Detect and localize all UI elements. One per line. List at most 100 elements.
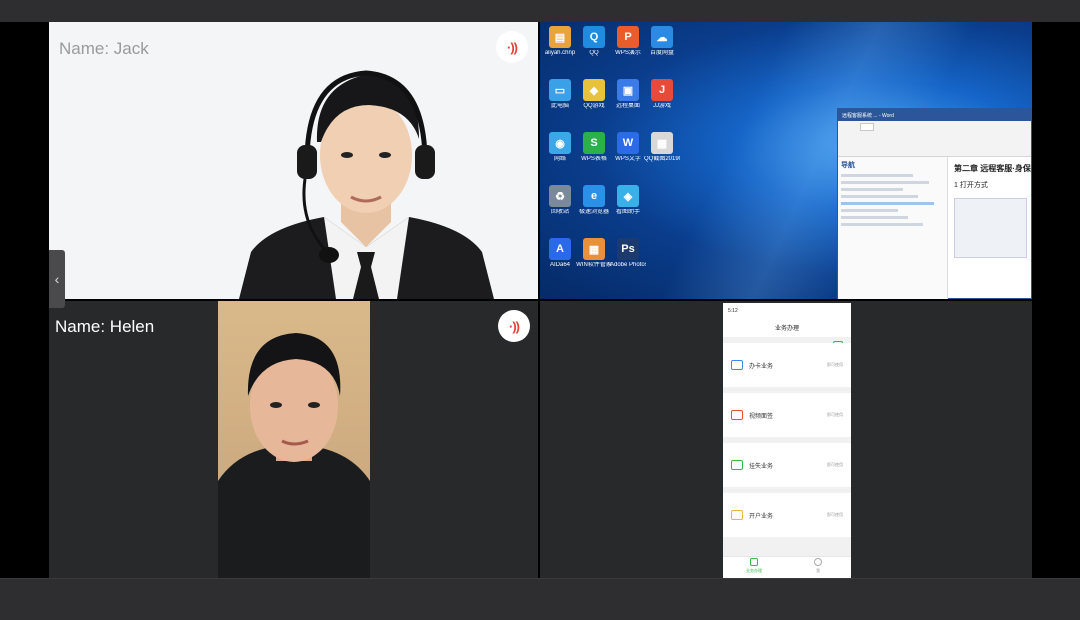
tab-label: 业务办理	[746, 568, 762, 573]
service-card-label: 挂失业务	[749, 463, 774, 470]
service-icon	[731, 410, 743, 420]
desktop-icon[interactable]: ◈ 看图助手	[610, 185, 646, 216]
participant-tile-jack[interactable]: Name: Jack ·))	[49, 22, 538, 299]
desktop-icon[interactable]: ▭ 此电脑	[542, 79, 578, 110]
desktop-icon-label: 此电脑	[550, 103, 569, 109]
service-card-status: 即可使用	[827, 362, 843, 367]
app-icon: ◆	[583, 79, 605, 101]
app-icon: e	[583, 185, 605, 207]
service-icon	[731, 510, 743, 520]
desktop-icon[interactable]: ◆ QQ游戏	[576, 79, 612, 110]
participant-tile-helen[interactable]: Name: Helen ·))	[49, 301, 538, 578]
phone-screen[interactable]: 5:12 业务办理 办卡业务 即可使用 视频面签 即可使用 挂失业务 即可使用 开户业务 即可…	[723, 303, 851, 578]
desktop-icon[interactable]: ▦ WIN软件管家	[576, 238, 612, 269]
app-icon: ▤	[549, 26, 571, 48]
nav-item[interactable]	[841, 209, 898, 212]
desktop-icon-label: 百度网盘	[649, 50, 674, 56]
app-icon: W	[617, 132, 639, 154]
desktop-icon[interactable]: e 极速浏览器	[576, 185, 612, 216]
service-card[interactable]: 视频面签 即可使用	[723, 393, 851, 437]
desktop-icon[interactable]: Ps Adobe Photosh...	[610, 238, 646, 269]
phone-tab-bar: 业务办理 我	[723, 556, 851, 578]
desktop-icon[interactable]: S WPS表格	[576, 132, 612, 163]
desktop-icon-label: WPS文字	[615, 156, 641, 162]
document-subheading: 1 打开方式	[954, 182, 988, 189]
bottom-toolbar	[0, 578, 1080, 620]
top-bar	[0, 0, 1080, 22]
app-icon: ◉	[549, 132, 571, 154]
service-card-status: 即可使用	[827, 412, 843, 417]
word-ribbon[interactable]	[838, 121, 1031, 157]
phone-status-bar: 5:12	[723, 303, 851, 319]
nav-item[interactable]	[841, 195, 919, 198]
nav-item[interactable]	[841, 174, 914, 177]
word-title-bar: 远程客服系统 ... - Word	[838, 109, 1031, 121]
app-icon: ▭	[549, 79, 571, 101]
tab-label: 我	[816, 568, 820, 573]
phone-time: 5:12	[728, 308, 738, 314]
video-grid: Name: Jack ·)) ▤ aliyah.chnp ▭ 此电脑 ◉ 网络 ♻ 回收站 A A…	[0, 22, 1080, 578]
audio-indicator-button[interactable]: ·))	[496, 31, 528, 63]
desktop-icon-label: WIN软件管家	[576, 262, 612, 268]
desktop-icon[interactable]: P WPS演示	[610, 26, 646, 57]
desktop-icon[interactable]: ▤ aliyah.chnp	[542, 26, 578, 57]
service-icon	[731, 360, 743, 370]
tab-me[interactable]: 我	[803, 558, 833, 574]
app-icon: A	[549, 238, 571, 260]
desktop-icon-label: 回收站	[550, 209, 569, 215]
ribbon-home-tab[interactable]	[860, 123, 874, 131]
service-card[interactable]: 办卡业务 即可使用	[723, 343, 851, 387]
service-card-list: 办卡业务 即可使用 视频面签 即可使用 挂失业务 即可使用 开户业务 即可使用	[723, 343, 851, 537]
app-icon: ♻	[549, 185, 571, 207]
desktop-icon-label: Adobe Photosh...	[610, 262, 646, 268]
desktop-icon[interactable]: J JJ游戏	[644, 79, 680, 110]
service-card[interactable]: 开户业务 即可使用	[723, 493, 851, 537]
desktop-icon-label: WPS演示	[615, 50, 641, 56]
word-document-window[interactable]: 远程客服系统 ... - Word 导航 第二章 远程客服·身保 1 打开方式	[837, 108, 1032, 299]
document-page[interactable]: 第二章 远程客服·身保 1 打开方式	[950, 157, 1031, 298]
phone-page-title: 业务办理	[723, 319, 851, 337]
desktop-icon[interactable]: W WPS文字	[610, 132, 646, 163]
mobile-screen-tile[interactable]: 5:12 业务办理 办卡业务 即可使用 视频面签 即可使用 挂失业务 即可使用 开户业务 即可…	[540, 301, 1032, 578]
tab-business[interactable]: 业务办理	[739, 558, 769, 574]
app-icon: ▦	[583, 238, 605, 260]
desktop-icon[interactable]: ◉ 网络	[542, 132, 578, 163]
service-card-label: 开户业务	[749, 513, 774, 520]
desktop-icon[interactable]: A AIDa64	[542, 238, 578, 269]
desktop-icon[interactable]: ▦ QQ截图20190617...	[644, 132, 680, 163]
nav-item[interactable]	[841, 181, 929, 184]
participant-video-helen	[218, 301, 370, 578]
desktop-icon[interactable]: ☁ 百度网盘	[644, 26, 680, 57]
participant-video-jack	[239, 70, 494, 299]
app-icon: J	[651, 79, 673, 101]
nav-item[interactable]	[841, 223, 924, 226]
audio-wave-icon: ·))	[509, 318, 520, 334]
service-card-status: 即可使用	[827, 512, 843, 517]
audio-wave-icon: ·))	[507, 39, 518, 55]
desktop-icon[interactable]: Q QQ	[576, 26, 612, 57]
app-icon: ▣	[617, 79, 639, 101]
nav-item[interactable]	[841, 188, 903, 191]
desktop-icon-label: 极速浏览器	[578, 209, 609, 215]
person-tab-icon	[814, 558, 822, 566]
desktop-icon-label: aliyah.chnp	[544, 50, 576, 56]
navigation-pane[interactable]: 导航	[838, 157, 948, 299]
collapse-sidebar-button[interactable]: ‹	[49, 250, 65, 308]
desktop-icon[interactable]: ♻ 回收站	[542, 185, 578, 216]
desktop-icon-label: JJ游戏	[652, 103, 671, 109]
document-heading: 第二章 远程客服·身保	[954, 164, 1031, 173]
desktop-icon-label: QQ游戏	[583, 103, 605, 109]
screen-share-tile[interactable]: ▤ aliyah.chnp ▭ 此电脑 ◉ 网络 ♻ 回收站 A AIDa64 Q QQ ◆ QQ游戏 S W…	[540, 22, 1032, 299]
nav-item[interactable]	[841, 216, 908, 219]
desktop-icon-label: QQ	[589, 50, 599, 56]
app-icon: ◈	[617, 185, 639, 207]
service-card-label: 办卡业务	[749, 363, 774, 370]
app-icon: S	[583, 132, 605, 154]
desktop-icon[interactable]: ▣ 远程桌面	[610, 79, 646, 110]
app-icon: ▦	[651, 132, 673, 154]
service-card[interactable]: 挂失业务 即可使用	[723, 443, 851, 487]
participant-name-label: Name: Jack	[59, 39, 149, 58]
nav-item[interactable]	[841, 202, 934, 205]
audio-indicator-button[interactable]: ·))	[498, 310, 530, 342]
app-icon: ☁	[651, 26, 673, 48]
